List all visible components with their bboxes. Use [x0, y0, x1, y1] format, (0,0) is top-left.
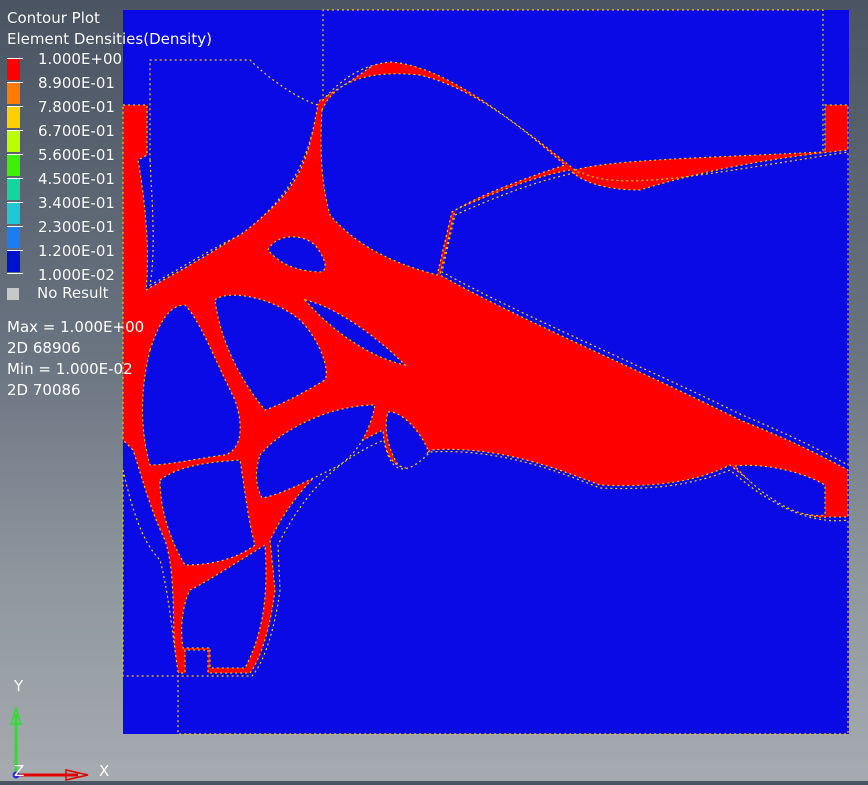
legend-swatch-8: [7, 226, 20, 248]
legend-tick: [7, 273, 23, 274]
legend-swatch-2: [7, 82, 20, 104]
legend-label-2: 8.900E-01: [38, 74, 115, 92]
legend-tick: [7, 154, 23, 155]
legend-label-4: 6.700E-01: [38, 122, 115, 140]
legend-label-8: 2.300E-01: [38, 218, 115, 236]
contour-stats: Max = 1.000E+00 2D 68906 Min = 1.000E-02…: [7, 317, 144, 401]
legend-title: Contour Plot: [7, 9, 100, 27]
legend-swatch-9: [7, 250, 20, 272]
axis-y-label: Y: [14, 677, 24, 695]
legend-tick: [7, 202, 23, 203]
graphics-viewport[interactable]: Contour Plot Element Densities(Density) …: [0, 0, 868, 781]
axis-triad[interactable]: Y X Z: [0, 674, 130, 781]
legend-swatch-3: [7, 106, 20, 128]
legend-swatch-7: [7, 202, 20, 224]
axis-z-label: Z: [14, 762, 25, 780]
legend-label-10: 1.000E-02: [38, 266, 115, 284]
no-result-swatch: [7, 287, 19, 300]
legend-swatch-4: [7, 130, 20, 152]
legend-tick: [7, 58, 23, 59]
legend-tick: [7, 82, 23, 83]
legend-swatch-1: [7, 58, 20, 80]
legend-tick: [7, 226, 23, 227]
legend-tick: [7, 130, 23, 131]
legend-color-scale: 1.000E+00 8.900E-01 7.800E-01 6.700E-01 …: [7, 50, 212, 302]
min-element: 2D 70086: [7, 381, 81, 399]
min-value: Min = 1.000E-02: [7, 360, 133, 378]
no-result-label: No Result: [37, 284, 109, 302]
legend-no-result: No Result: [7, 283, 109, 304]
legend-label-1: 1.000E+00: [38, 50, 123, 68]
legend-label-7: 3.400E-01: [38, 194, 115, 212]
legend-label-6: 4.500E-01: [38, 170, 115, 188]
legend-subtitle: Element Densities(Density): [7, 30, 212, 48]
legend-swatch-6: [7, 178, 20, 200]
legend-tick: [7, 178, 23, 179]
legend-tick: [7, 250, 23, 251]
contour-legend[interactable]: Contour Plot Element Densities(Density) …: [7, 8, 212, 302]
legend-label-5: 5.600E-01: [38, 146, 115, 164]
max-element: 2D 68906: [7, 339, 81, 357]
axis-x-label: X: [99, 762, 110, 780]
legend-label-3: 7.800E-01: [38, 98, 115, 116]
legend-swatch-5: [7, 154, 20, 176]
legend-label-9: 1.200E-01: [38, 242, 115, 260]
legend-tick: [7, 106, 23, 107]
max-value: Max = 1.000E+00: [7, 318, 145, 336]
